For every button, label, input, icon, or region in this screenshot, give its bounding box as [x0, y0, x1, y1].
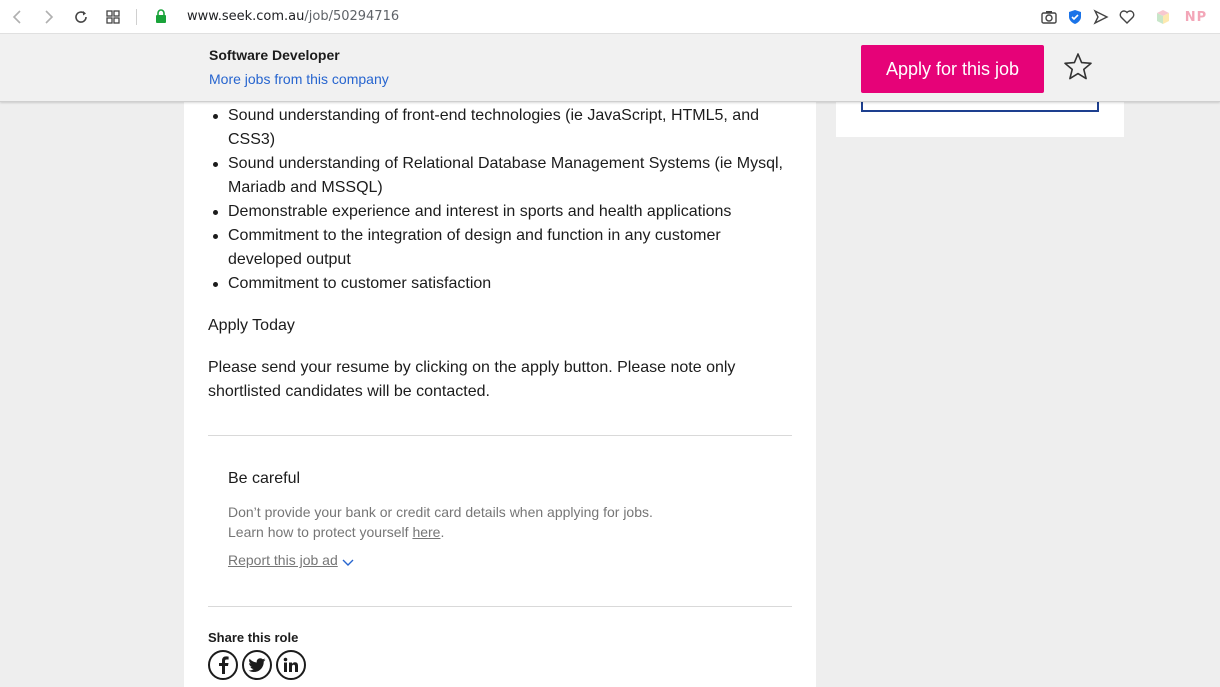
sticky-job-header: Software Developer More jobs from this c…	[0, 34, 1220, 102]
address-bar[interactable]: www.seek.com.au/job/50294716	[187, 9, 399, 24]
tabs-grid-icon[interactable]	[104, 8, 122, 26]
heart-icon[interactable]	[1118, 8, 1136, 26]
careful-line-2-suffix: .	[440, 524, 445, 540]
job-title: Software Developer	[209, 47, 340, 63]
reload-button[interactable]	[72, 8, 90, 26]
more-jobs-link[interactable]: More jobs from this company	[209, 71, 389, 87]
list-item: Sound understanding of front-end technol…	[208, 104, 792, 152]
camera-icon[interactable]	[1040, 8, 1058, 26]
facebook-icon[interactable]	[208, 650, 238, 680]
requirements-list: Sound understanding of front-end technol…	[208, 104, 792, 296]
chevron-down-icon	[342, 555, 354, 566]
sidebar-box	[861, 102, 1099, 112]
forward-button[interactable]	[40, 8, 58, 26]
send-icon[interactable]	[1092, 8, 1110, 26]
send-resume-text: Please send your resume by clicking on t…	[208, 359, 736, 400]
be-careful-heading: Be careful	[228, 470, 301, 487]
cube-extension-icon[interactable]	[1154, 8, 1172, 26]
url-path: /job/50294716	[304, 9, 400, 24]
list-item: Sound understanding of Relational Databa…	[208, 152, 792, 200]
back-button[interactable]	[8, 8, 26, 26]
be-careful-text: Don’t provide your bank or credit card d…	[228, 502, 708, 542]
report-job-ad-link[interactable]: Report this job ad	[228, 552, 354, 568]
careful-line-2: Learn how to protect yourself here.	[228, 522, 708, 542]
lock-icon[interactable]	[155, 9, 167, 23]
shield-icon[interactable]	[1066, 8, 1084, 26]
np-extension-icon[interactable]: NP	[1184, 8, 1208, 26]
divider	[208, 435, 792, 436]
apply-today-text: Apply Today	[208, 317, 295, 334]
linkedin-icon[interactable]	[276, 650, 306, 680]
protect-yourself-link[interactable]: here	[412, 524, 440, 540]
toolbar-divider	[136, 9, 137, 25]
list-item: Commitment to the integration of design …	[208, 224, 792, 272]
sidebar-panel	[836, 102, 1124, 137]
browser-toolbar: www.seek.com.au/job/50294716 NP	[0, 0, 1220, 34]
twitter-icon[interactable]	[242, 650, 272, 680]
report-job-ad-label: Report this job ad	[228, 552, 338, 568]
careful-line-1: Don’t provide your bank or credit card d…	[228, 504, 653, 520]
share-role-heading: Share this role	[208, 630, 299, 645]
save-job-star-icon[interactable]	[1063, 52, 1093, 82]
list-item: Commitment to customer satisfaction	[208, 272, 792, 296]
divider	[208, 606, 792, 607]
list-item: Demonstrable experience and interest in …	[208, 200, 792, 224]
careful-line-2-prefix: Learn how to protect yourself	[228, 524, 413, 540]
apply-button[interactable]: Apply for this job	[861, 45, 1044, 93]
url-host: www.seek.com.au	[187, 9, 305, 24]
